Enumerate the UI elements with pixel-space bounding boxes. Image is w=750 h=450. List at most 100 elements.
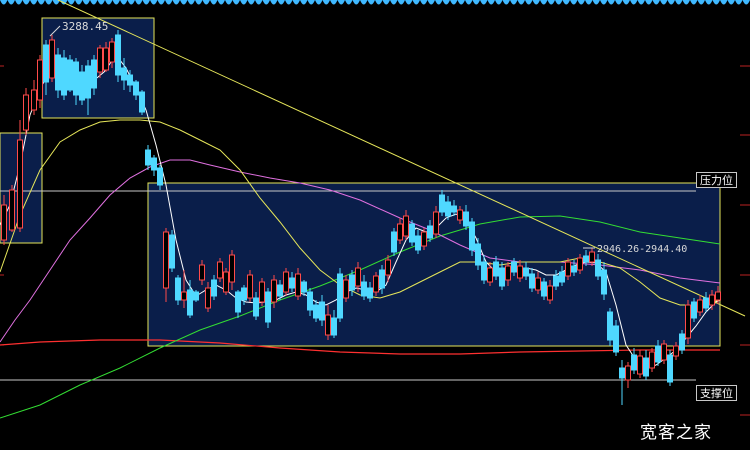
candle-up [565,261,571,277]
candle-down [133,81,139,96]
candle-down [511,261,517,273]
candle-down [631,354,637,371]
candle-down [583,255,589,263]
candle-up [685,304,691,339]
candle-up [457,209,463,221]
candle-up [649,351,655,369]
candle-up [97,47,103,73]
resistance-tag: 压力位 [696,172,737,188]
candle-up [355,267,361,287]
candle-down [67,59,73,91]
candle-up [199,264,205,281]
candle-down [499,267,505,287]
candle-down [703,297,709,309]
candle-up [49,39,55,79]
candle-down [331,317,337,336]
candle-down [553,275,559,287]
candle-down [361,281,367,297]
candle-up [673,345,679,357]
candle-up [343,279,349,299]
candle-up [223,271,229,293]
candle-up [637,355,643,375]
candle-down [187,289,193,316]
candle-down [115,34,121,76]
candle-down [619,367,625,379]
candle-down [667,354,673,383]
candle-down [541,281,547,297]
range-price-label: 2946.26-2944.40 [597,244,688,255]
candle-up [109,41,115,63]
candle-down [43,44,49,83]
candle-down [61,57,67,96]
candle-up [283,271,289,293]
candle-down [439,194,445,213]
candle-up [505,265,511,281]
candle-up [259,281,265,303]
candle-down [241,287,247,301]
candle-down [145,149,151,166]
candle-down [349,274,355,291]
candle-down [529,273,535,289]
candle-down [415,235,421,251]
candle-down [523,267,529,277]
candle-down [451,205,457,213]
candle-up [373,275,379,293]
candle-up [517,265,523,279]
candle-down [121,67,127,81]
candle-down [265,291,271,323]
candle-up [17,139,23,229]
candle-up [433,211,439,235]
candle-up [31,89,37,111]
candle-down [253,297,259,317]
candle-down [337,273,343,319]
candle-up [661,343,667,361]
candle-up [487,267,493,283]
candle-down [211,279,217,297]
candle-up [229,254,235,283]
support-tag: 支撑位 [696,385,737,401]
candle-up [205,287,211,309]
peak-price-label: 3288.45 [62,20,109,33]
candle-down [595,259,601,277]
candle-down [559,271,565,283]
candle-down [55,54,61,91]
candle-down [445,201,451,217]
candle-down [151,157,157,171]
candle-up [397,223,403,241]
candle-up [403,215,409,237]
candle-down [463,211,469,227]
candle-down [85,65,91,99]
candle-down [175,277,181,301]
candle-up [23,94,29,131]
candle-down [289,277,295,289]
candle-down [301,281,307,293]
candle-up [271,279,277,303]
candle-up [625,365,631,381]
candle-down [313,304,319,319]
candle-down [655,345,661,363]
candle-down [643,357,649,377]
candle-up [9,189,15,231]
candle-down [127,74,133,86]
candle-up [715,291,721,301]
candle-up [103,47,109,71]
candle-up [181,291,187,301]
candle-down [469,221,475,251]
top-border [0,0,750,5]
candle-down [367,287,373,299]
candle-down [427,225,433,239]
chart-svg [0,0,750,419]
candlestick-chart: 压力位 支撑位 3288.45 2946.26-2944.40 宽客之家 [0,0,750,450]
candle-up [163,231,169,289]
candle-down [307,291,313,311]
candle-up [421,231,427,247]
candle-down [613,325,619,353]
candle-down [691,301,697,319]
candle-down [409,223,415,243]
candle-up [1,204,7,241]
candle-down [73,61,79,96]
watermark: 宽客之家 [640,423,712,443]
candle-up [295,273,301,297]
candle-up [217,261,223,279]
candle-down [277,284,283,297]
